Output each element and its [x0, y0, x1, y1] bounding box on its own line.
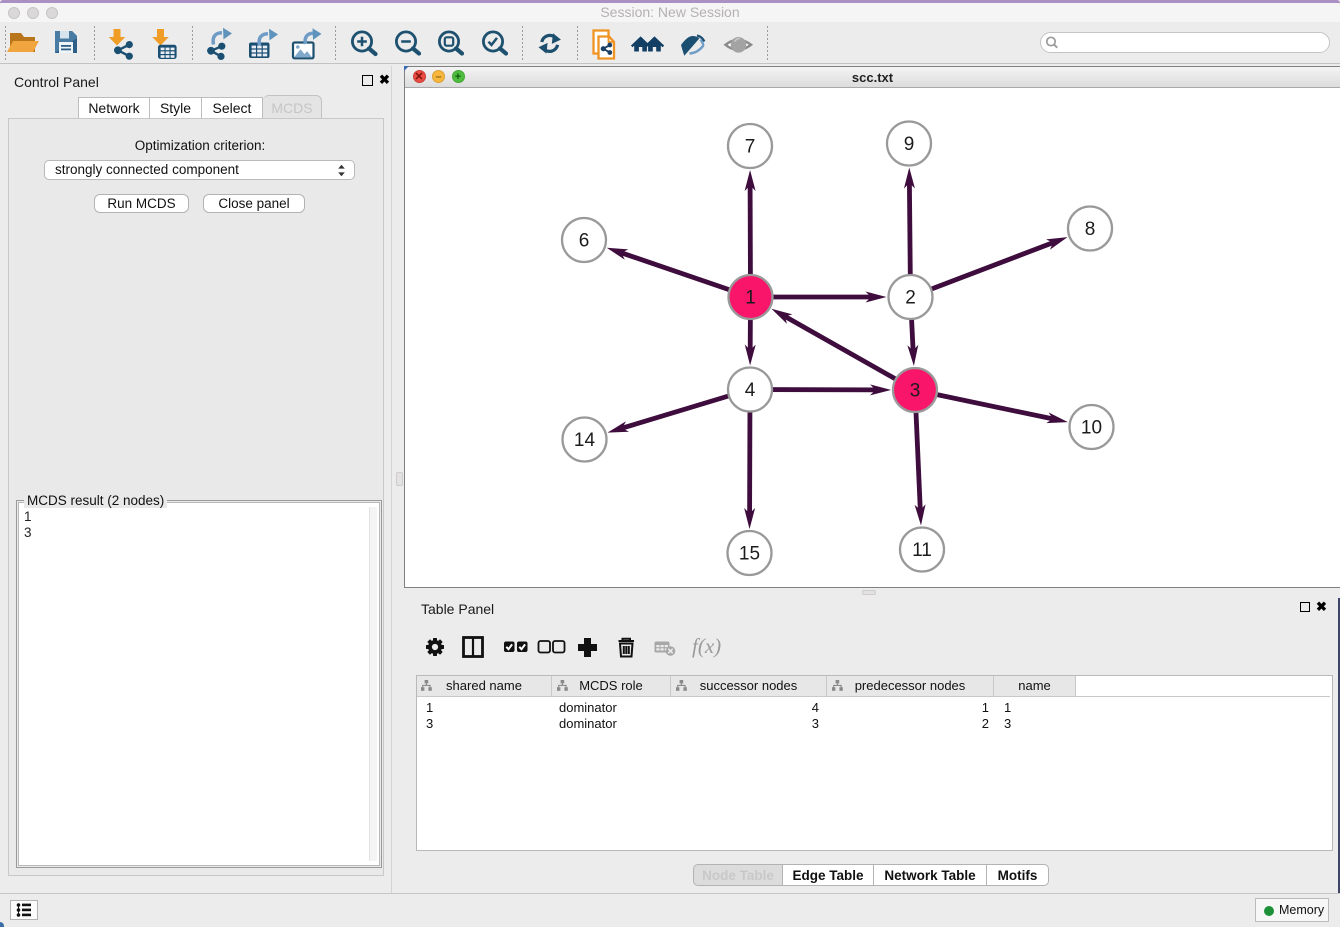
svg-text:f(x): f(x) [692, 634, 721, 658]
svg-text:11: 11 [912, 540, 932, 561]
svg-text:8: 8 [1085, 219, 1096, 240]
svg-text:4: 4 [745, 380, 756, 401]
svg-text:6: 6 [579, 231, 590, 252]
svg-text:15: 15 [739, 544, 760, 565]
svg-text:1: 1 [745, 288, 756, 309]
svg-text:14: 14 [574, 430, 596, 451]
svg-text:3: 3 [910, 381, 921, 402]
svg-text:10: 10 [1081, 418, 1102, 439]
svg-text:9: 9 [904, 134, 915, 155]
svg-text:2: 2 [905, 288, 916, 309]
svg-text:7: 7 [745, 137, 756, 158]
